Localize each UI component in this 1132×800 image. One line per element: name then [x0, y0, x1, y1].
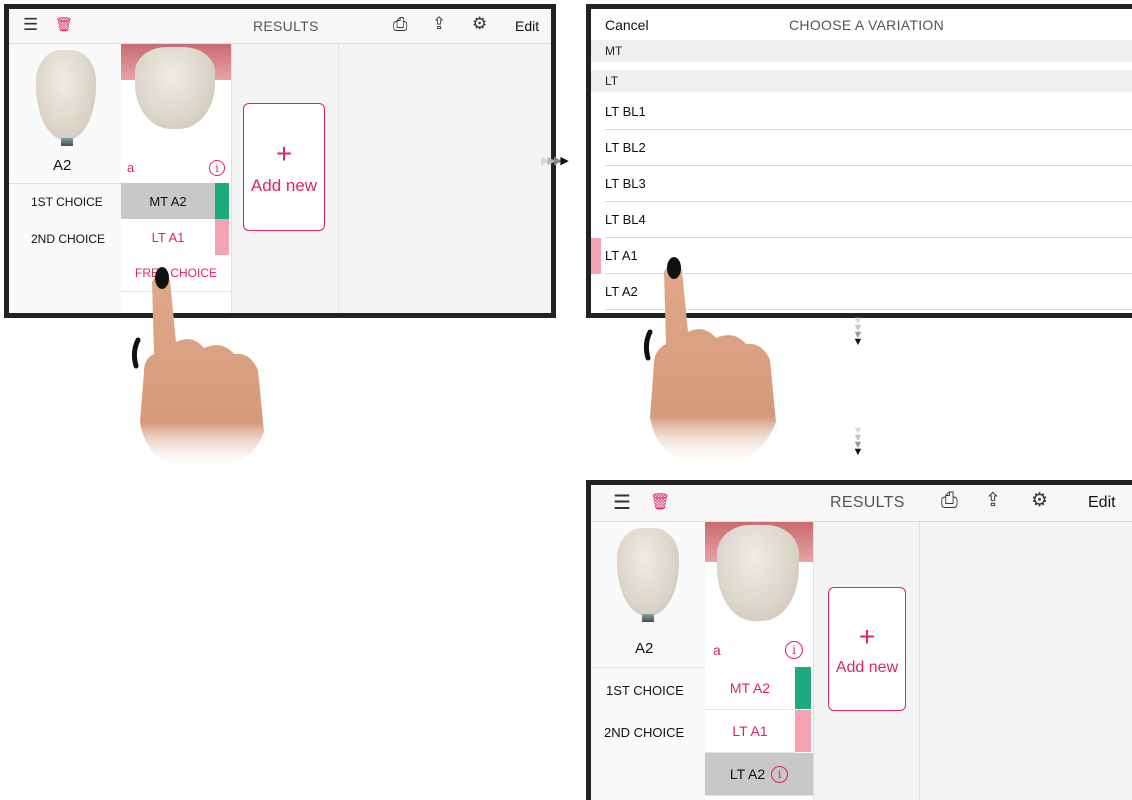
first-choice-cell[interactable]: MT A2: [121, 183, 215, 220]
reference-tooth-image: [617, 528, 679, 616]
section-header-lt: LT: [591, 70, 1132, 92]
menu-icon[interactable]: ☰: [23, 15, 38, 35]
sample-column: a i MT A2 LT A1 LT A2 i: [705, 522, 814, 800]
settings-icon[interactable]: ⚙: [1031, 489, 1048, 512]
reference-tooth-holder: [61, 138, 73, 146]
second-choice-label: 2ND CHOICE: [31, 232, 106, 246]
results-toolbar: ☰ 🗑 RESULTS ⎙ ⇪ ⚙ Edit: [591, 485, 1132, 522]
free-choice-cell[interactable]: LT A2 i: [705, 753, 813, 796]
reference-column: A2 1ST CHOICE 2ND CHOICE: [9, 44, 122, 313]
first-choice-marker: [215, 183, 229, 219]
second-choice-value: LT A1: [732, 723, 768, 739]
variation-item[interactable]: LT BL2: [605, 129, 1132, 166]
results-toolbar: ☰ 🗑 RESULTS ⎙ ⇪ ⚙ Edit: [9, 9, 551, 44]
section-header-mt: MT: [591, 40, 1132, 62]
selected-item-marker: [591, 238, 601, 274]
info-icon[interactable]: i: [209, 160, 225, 176]
pointing-hand-illustration: [643, 257, 776, 467]
reference-shade-label: A2: [635, 640, 654, 657]
first-choice-marker: [795, 667, 811, 709]
pointing-hand-illustration: [131, 267, 264, 472]
second-choice-label: 2ND CHOICE: [604, 725, 685, 740]
plus-icon: +: [275, 138, 293, 169]
share-icon[interactable]: ⇪: [985, 489, 1001, 512]
share-icon[interactable]: ⇪: [432, 14, 446, 34]
add-new-label: Add new: [250, 176, 318, 195]
variation-item[interactable]: LT BL4: [605, 201, 1132, 238]
variation-item[interactable]: LT BL3: [605, 165, 1132, 202]
info-icon[interactable]: i: [785, 641, 803, 659]
sample-letter: a: [713, 642, 721, 658]
variation-title: CHOOSE A VARIATION: [789, 17, 945, 33]
info-icon[interactable]: i: [771, 765, 789, 783]
print-icon[interactable]: ⎙: [941, 489, 958, 513]
edit-button[interactable]: Edit: [515, 18, 539, 34]
second-choice-cell[interactable]: LT A1: [121, 219, 215, 256]
flow-arrow-down-icon: ▼ ▼ ▼ ▼: [852, 315, 864, 348]
add-new-label: Add new: [835, 659, 899, 676]
sample-letter: a: [127, 160, 135, 175]
add-new-button[interactable]: + Add new: [828, 587, 906, 711]
variation-item[interactable]: LT BL1: [605, 93, 1132, 130]
page-title: RESULTS: [253, 18, 319, 34]
first-choice-value: MT A2: [149, 193, 187, 209]
trash-icon[interactable]: 🗑: [650, 492, 670, 512]
menu-icon[interactable]: ☰: [613, 490, 631, 515]
second-choice-marker: [215, 219, 229, 255]
first-choice-value: MT A2: [729, 680, 771, 696]
trash-icon[interactable]: 🗑: [55, 16, 73, 33]
second-choice-cell[interactable]: LT A1: [705, 710, 795, 753]
reference-shade-label: A2: [53, 157, 72, 174]
add-new-button[interactable]: + Add new: [243, 103, 325, 231]
reference-column: A2 1ST CHOICE 2ND CHOICE: [591, 522, 706, 800]
free-choice-value: LT A2: [729, 766, 766, 782]
sample-tooth-image: [135, 47, 215, 129]
plus-icon: +: [858, 621, 876, 652]
page-title: RESULTS: [830, 494, 905, 511]
flow-arrow-down-icon: ▼ ▼ ▼ ▼: [852, 425, 864, 458]
first-choice-label: 1ST CHOICE: [606, 683, 684, 698]
first-choice-cell[interactable]: MT A2: [705, 667, 795, 710]
settings-icon[interactable]: ⚙: [472, 14, 487, 34]
reference-tooth-holder: [642, 614, 654, 622]
reference-tooth-image: [36, 50, 96, 140]
cancel-button[interactable]: Cancel: [605, 17, 649, 33]
variation-toolbar: Cancel CHOOSE A VARIATION: [591, 9, 1132, 39]
results-screen-after: ☰ 🗑 RESULTS ⎙ ⇪ ⚙ Edit A2 1ST CHOICE 2ND…: [586, 480, 1132, 800]
second-choice-marker: [795, 710, 811, 752]
flow-arrow-right-icon: ▶▶▶▶: [541, 155, 569, 167]
sample-tooth-image: [717, 525, 799, 621]
edit-button[interactable]: Edit: [1088, 494, 1116, 512]
second-choice-value: LT A1: [151, 229, 185, 245]
results-screen-before: ☰ 🗑 RESULTS ⎙ ⇪ ⚙ Edit A2 1ST CHOICE 2ND…: [4, 4, 556, 318]
print-icon[interactable]: ⎙: [393, 14, 407, 35]
first-choice-label: 1ST CHOICE: [31, 195, 103, 209]
